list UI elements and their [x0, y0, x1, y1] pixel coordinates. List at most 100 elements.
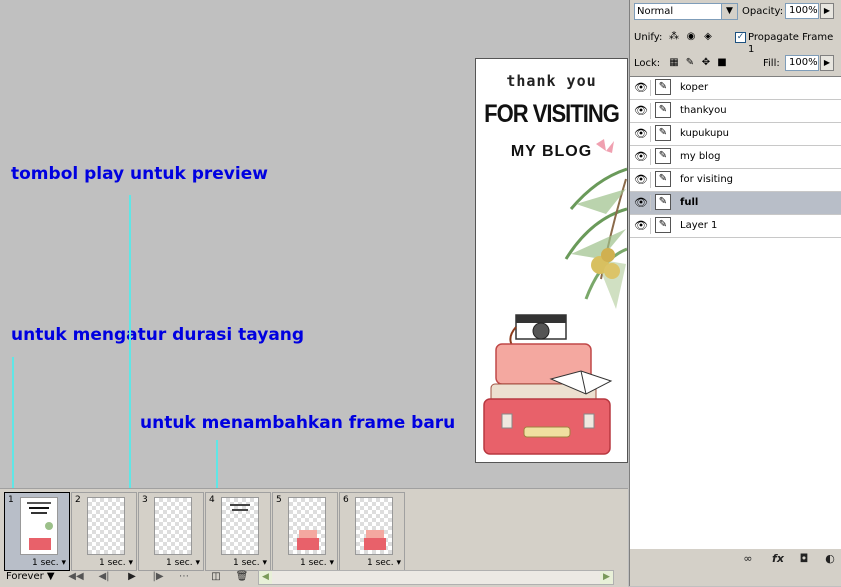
document-canvas[interactable]: thank you FOR VISITING MY BLOG: [475, 58, 628, 463]
play-icon[interactable]: ▶: [122, 570, 142, 584]
previous-frame-icon[interactable]: ◀|: [94, 570, 114, 584]
blend-mode-select[interactable]: Normal ▼: [634, 3, 738, 20]
first-frame-icon[interactable]: ◀◀: [66, 570, 86, 584]
new-frame-icon[interactable]: ◫: [206, 570, 226, 584]
frame-thumbnail: [20, 497, 58, 555]
frame-cell[interactable]: 2 1 sec. ▾: [71, 492, 137, 571]
annotation-play: tombol play untuk preview: [11, 164, 268, 184]
frame-duration-select[interactable]: 1 sec. ▾: [233, 558, 267, 568]
layer-mask-icon[interactable]: ◘: [796, 551, 812, 567]
frame-duration-select[interactable]: 1 sec. ▾: [166, 558, 200, 568]
lock-label: Lock:: [634, 58, 661, 69]
layer-row[interactable]: 👁 ✎ thankyou: [630, 100, 841, 123]
frame-thumbnail: [87, 497, 125, 555]
layer-name: kupukupu: [680, 128, 730, 139]
fill-input[interactable]: 100%: [785, 55, 819, 71]
layer-name: koper: [680, 82, 709, 93]
layer-row[interactable]: 👁 ✎ Layer 1: [630, 215, 841, 238]
unify-style-icon[interactable]: ◈: [702, 31, 714, 43]
scroll-left-icon[interactable]: ◀: [259, 571, 272, 584]
frame-thumbnail: [154, 497, 192, 555]
doc-text-my-blog: MY BLOG: [510, 143, 593, 160]
layer-name: for visiting: [680, 174, 733, 185]
frame-number: 5: [276, 495, 282, 505]
opacity-input[interactable]: 100%: [785, 3, 819, 19]
layer-name: full: [680, 197, 699, 208]
eye-icon[interactable]: 👁: [632, 126, 651, 142]
layers-panel-toolbar: ∞ fx ◘ ◐: [630, 549, 841, 586]
annotation-new-frame: untuk menambahkan frame baru: [140, 413, 456, 433]
layer-row[interactable]: 👁 ✎ for visiting: [630, 169, 841, 192]
layer-row[interactable]: 👁 ✎ kupukupu: [630, 123, 841, 146]
frame-cell[interactable]: 6 1 sec. ▾: [339, 492, 405, 571]
fill-label: Fill:: [763, 58, 780, 69]
frame-number: 2: [75, 495, 81, 505]
lock-row: Lock: ▦ ✎ ✥ ■ Fill: 100% ▶: [630, 52, 841, 76]
fx-icon[interactable]: fx: [770, 551, 786, 567]
frame-number: 4: [209, 495, 215, 505]
eye-icon[interactable]: 👁: [632, 149, 651, 165]
frame-duration: 1 sec.: [366, 558, 394, 568]
tween-icon[interactable]: ⋯: [174, 570, 194, 584]
frame-cell[interactable]: 5 1 sec. ▾: [272, 492, 338, 571]
blend-mode-value: Normal: [637, 6, 674, 17]
frame-duration-select[interactable]: 1 sec. ▾: [32, 558, 66, 568]
brush-icon: ✎: [655, 79, 671, 95]
lock-position-icon[interactable]: ✥: [700, 57, 712, 69]
layer-name: my blog: [680, 151, 721, 162]
eye-icon[interactable]: 👁: [632, 172, 651, 188]
lock-transparent-icon[interactable]: ▦: [668, 57, 680, 69]
unify-label: Unify:: [634, 32, 663, 43]
trash-icon[interactable]: 🗑: [232, 570, 252, 584]
frame-duration: 1 sec.: [299, 558, 327, 568]
link-icon[interactable]: ∞: [740, 551, 756, 567]
eye-icon[interactable]: 👁: [632, 218, 651, 234]
timeline-scrollbar[interactable]: ◀ ▶: [258, 570, 614, 585]
blend-row: Normal ▼ Opacity: 100% ▶: [630, 0, 841, 24]
opacity-slider-button[interactable]: ▶: [820, 3, 834, 19]
canvas-area: thank you FOR VISITING MY BLOG tombol pl…: [0, 0, 628, 488]
frame-cell[interactable]: 1 1 sec. ▾: [4, 492, 70, 571]
unify-position-icon[interactable]: ⁂: [668, 31, 680, 43]
animation-controls: Forever ▼ ◀◀ ◀| ▶ |▶ ⋯ ◫ 🗑 ◀ ▶: [0, 569, 628, 585]
eye-icon[interactable]: 👁: [632, 103, 651, 119]
layers-list: 👁 ✎ koper 👁 ✎ thankyou 👁 ✎ kupukupu 👁 ✎ …: [630, 76, 841, 550]
scroll-right-icon[interactable]: ▶: [600, 571, 613, 584]
brush-icon: ✎: [655, 217, 671, 233]
frame-duration: 1 sec.: [232, 558, 260, 568]
annotation-duration: untuk mengatur durasi tayang: [11, 325, 305, 345]
frame-thumbnail: [288, 497, 326, 555]
layer-row[interactable]: 👁 ✎ my blog: [630, 146, 841, 169]
eye-icon[interactable]: 👁: [632, 80, 651, 96]
frame-duration-select[interactable]: 1 sec. ▾: [99, 558, 133, 568]
fill-slider-button[interactable]: ▶: [820, 55, 834, 71]
animation-timeline: 1 1 sec. ▾ 2 1 sec. ▾ 3 1 sec. ▾ 4 1 sec…: [0, 488, 628, 587]
adjustment-layer-icon[interactable]: ◐: [822, 551, 838, 567]
brush-icon: ✎: [655, 194, 671, 210]
frame-cell[interactable]: 4 1 sec. ▾: [205, 492, 271, 571]
frame-thumbnail: [221, 497, 259, 555]
loop-select[interactable]: Forever ▼: [2, 570, 66, 584]
next-frame-icon[interactable]: |▶: [148, 570, 168, 584]
frame-thumbnail: [355, 497, 393, 555]
layer-row-selected[interactable]: 👁 ✎ full: [630, 192, 841, 215]
propagate-checkbox[interactable]: ✓: [735, 32, 746, 43]
lock-image-icon[interactable]: ✎: [684, 57, 696, 69]
frame-cell[interactable]: 3 1 sec. ▾: [138, 492, 204, 571]
layer-name: Layer 1: [680, 220, 718, 231]
opacity-label: Opacity:: [742, 6, 784, 17]
frame-number: 3: [142, 495, 148, 505]
lock-all-icon[interactable]: ■: [716, 57, 728, 69]
layer-row[interactable]: 👁 ✎ koper: [630, 77, 841, 100]
brush-icon: ✎: [655, 102, 671, 118]
loop-value: Forever: [6, 571, 44, 582]
frame-duration-select[interactable]: 1 sec. ▾: [367, 558, 401, 568]
unify-visibility-icon[interactable]: ◉: [685, 31, 697, 43]
brush-icon: ✎: [655, 171, 671, 187]
frame-duration: 1 sec.: [31, 558, 59, 568]
chevron-down-icon: ▼: [721, 4, 737, 19]
eye-icon[interactable]: 👁: [632, 195, 651, 211]
frame-number: 1: [8, 495, 14, 505]
frame-duration: 1 sec.: [165, 558, 193, 568]
frame-duration-select[interactable]: 1 sec. ▾: [300, 558, 334, 568]
